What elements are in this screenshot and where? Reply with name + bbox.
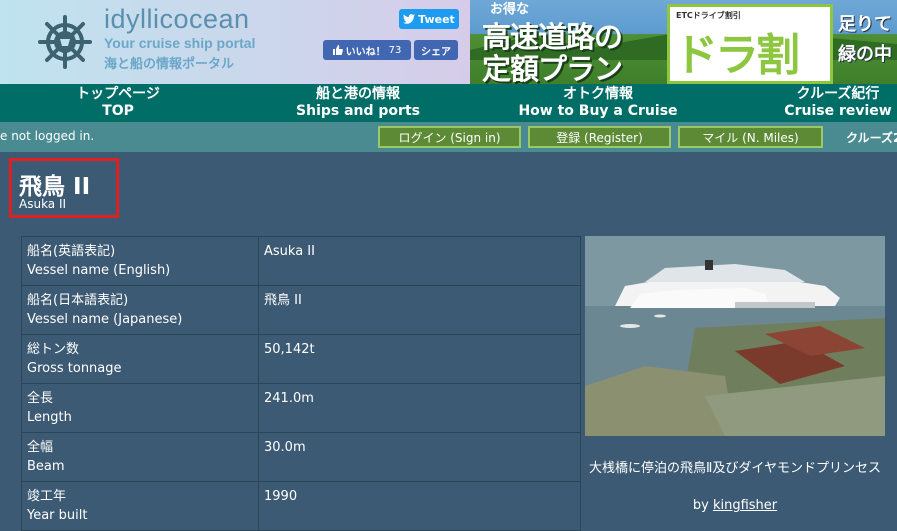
harbor-photo-image [585, 236, 885, 436]
table-row: 船名(英語表記) Vessel name (English) Asuka II [21, 236, 581, 286]
nav-item-buy-cruise-jp: オトク情報 [563, 86, 633, 102]
spec-label-jp: 竣工年 [27, 489, 67, 504]
nav-item-ships-ports-en: Ships and ports [296, 103, 420, 119]
photo-caption: 大桟橋に停泊の飛鳥Ⅱ及びダイヤモンドプリンセス [588, 461, 881, 476]
nav-item-top-en: TOP [102, 103, 134, 119]
banner-right-text-1: 足りて [838, 14, 892, 35]
spec-value: 241.0m [258, 383, 581, 433]
sign-in-button[interactable]: ログイン (Sign in) [378, 126, 521, 148]
spec-label: 全長 Length [21, 383, 259, 433]
site-tagline-jp: 海と船の情報ポータル [104, 57, 235, 72]
spec-label-en: Year built [27, 508, 88, 523]
table-row: 全幅 Beam 30.0m [21, 432, 581, 482]
nav-item-buy-cruise-en: How to Buy a Cruise [518, 103, 678, 119]
table-row: 船名(日本語表記) Vessel name (Japanese) 飛鳥 II [21, 285, 581, 335]
tweet-button[interactable]: Tweet [399, 9, 459, 29]
facebook-like-button[interactable]: いいね！ 73 [323, 40, 411, 60]
ship-spec-table: 船名(英語表記) Vessel name (English) Asuka II 船… [21, 236, 581, 531]
nav-item-cruise-review[interactable]: クルーズ紀行 Cruise review [758, 86, 897, 120]
twitter-bird-icon [403, 14, 416, 24]
photo-credit-by: by [692, 498, 709, 513]
spec-value: 30.0m [258, 432, 581, 482]
ship-wheel-logo-icon[interactable] [38, 15, 92, 69]
spec-label: 船名(日本語表記) Vessel name (Japanese) [21, 285, 259, 335]
tweet-label: Tweet [418, 12, 455, 26]
spec-label-jp: 船名(英語表記) [27, 244, 116, 259]
spec-label-jp: 船名(日本語表記) [27, 293, 129, 308]
banner-dora-text: ドラ割 [674, 30, 800, 81]
banner-right-text-2: 緑の中 [838, 44, 892, 65]
ship-title-box: 飛鳥 II Asuka II [9, 158, 119, 218]
spec-label: 総トン数 Gross tonnage [21, 334, 259, 384]
ad-banner[interactable]: お得な 高速道路の 定額プラン ETCドライブ割引 ドラ割 足りて 緑の中 [470, 0, 897, 84]
spec-value: 50,142t [258, 334, 581, 384]
spec-label-jp: 全幅 [27, 440, 54, 455]
nav-item-cruise-review-jp: クルーズ紀行 [796, 86, 880, 102]
spec-label: 全幅 Beam [21, 432, 259, 482]
cruise-link-truncated[interactable]: クルーズ2 [846, 129, 897, 146]
facebook-share-button[interactable]: シェア [414, 40, 458, 60]
login-status-text: e not logged in. [0, 129, 95, 143]
spec-value: 1990 [258, 481, 581, 531]
register-button[interactable]: 登録 (Register) [528, 126, 671, 148]
thumbs-up-icon [332, 45, 343, 55]
banner-headline-2: 定額プラン [482, 52, 623, 84]
ship-name-jp: 飛鳥 II [19, 174, 91, 200]
main-nav: トップページ TOP 船と港の情報 Ships and ports オトク情報 … [0, 84, 897, 122]
site-brand[interactable]: idyllicocean [104, 4, 250, 35]
spec-value: Asuka II [258, 236, 581, 286]
nav-item-top[interactable]: トップページ TOP [38, 86, 198, 120]
site-tagline: Your cruise ship portal [104, 35, 256, 51]
table-row: 全長 Length 241.0m [21, 383, 581, 433]
spec-label-en: Length [27, 410, 72, 425]
photo-credit: by kingfisher [585, 498, 885, 513]
like-label: いいね！ [345, 46, 386, 58]
nav-item-ships-ports-jp: 船と港の情報 [316, 86, 400, 102]
spec-label-jp: 全長 [27, 391, 54, 406]
like-count: 73 [388, 44, 402, 56]
spec-value: 飛鳥 II [258, 285, 581, 335]
spec-label-en: Gross tonnage [27, 361, 122, 376]
spec-label-en: Vessel name (English) [27, 263, 171, 278]
nav-item-buy-cruise[interactable]: オトク情報 How to Buy a Cruise [518, 86, 678, 120]
spec-label-en: Vessel name (Japanese) [27, 312, 183, 327]
account-bar: e not logged in. ログイン (Sign in) 登録 (Regi… [0, 122, 897, 152]
miles-button[interactable]: マイル (N. Miles) [678, 126, 823, 148]
spec-label: 竣工年 Year built [21, 481, 259, 531]
spec-label: 船名(英語表記) Vessel name (English) [21, 236, 259, 286]
table-row: 竣工年 Year built 1990 [21, 481, 581, 531]
banner-dora-logo: ETCドライブ割引 ドラ割 [667, 4, 833, 84]
spec-label-jp: 総トン数 [27, 342, 80, 357]
site-header: idyllicocean Your cruise ship portal 海と船… [0, 0, 897, 84]
table-row: 総トン数 Gross tonnage 50,142t [21, 334, 581, 384]
nav-item-top-jp: トップページ [76, 86, 160, 102]
spec-label-en: Beam [27, 459, 65, 474]
ship-photo[interactable] [585, 236, 885, 436]
ship-name-en: Asuka II [19, 197, 67, 211]
nav-item-ships-ports[interactable]: 船と港の情報 Ships and ports [278, 86, 438, 120]
photo-author-link[interactable]: kingfisher [713, 498, 777, 513]
nav-item-cruise-review-en: Cruise review [784, 103, 892, 119]
